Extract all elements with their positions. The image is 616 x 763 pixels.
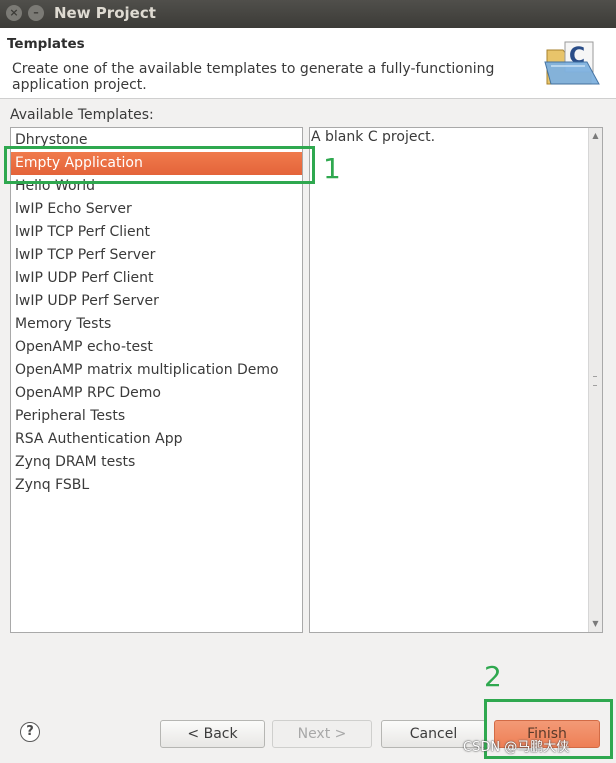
help-icon[interactable]: ? [20,722,40,742]
wizard-header: Templates Create one of the available te… [0,28,616,99]
minimize-window-button[interactable]: – [28,5,44,21]
annotation-number-1: 1 [323,152,341,185]
annotation-box-1 [4,146,315,184]
window-title: New Project [54,4,156,22]
watermark: CSDN @马鹏大侠 [463,740,570,755]
title-bar: × – New Project [0,0,616,28]
next-button[interactable]: Next > [272,720,372,748]
template-item[interactable]: Zynq DRAM tests [11,451,302,474]
c-project-folder-icon: C [544,41,600,85]
scroll-grip-icon [593,376,597,386]
annotation-number-2: 2 [484,660,502,693]
template-description-pane: A blank C project. ▲ ▼ [309,127,603,633]
template-item[interactable]: OpenAMP echo-test [11,336,302,359]
template-item[interactable]: Zynq FSBL [11,474,302,497]
template-item[interactable]: RSA Authentication App [11,428,302,451]
template-item[interactable]: lwIP TCP Perf Server [11,244,302,267]
available-templates-label: Available Templates: [10,107,154,123]
page-description: Create one of the available templates to… [12,61,495,93]
back-button[interactable]: < Back [160,720,265,748]
template-list[interactable]: Dhrystone Empty Application Hello World lwI… [10,127,303,633]
template-item[interactable]: OpenAMP matrix multiplication Demo [11,359,302,382]
template-description-text: A blank C project. [311,129,436,145]
template-item[interactable]: Peripheral Tests [11,405,302,428]
template-item[interactable]: lwIP Echo Server [11,198,302,221]
page-title: Templates [7,36,85,52]
template-item[interactable]: Memory Tests [11,313,302,336]
template-item[interactable]: lwIP TCP Perf Client [11,221,302,244]
description-scrollbar[interactable]: ▲ ▼ [588,128,602,632]
close-window-button[interactable]: × [6,5,22,21]
template-item[interactable]: OpenAMP RPC Demo [11,382,302,405]
scroll-down-arrow-icon[interactable]: ▼ [590,618,601,630]
template-item[interactable]: lwIP UDP Perf Server [11,290,302,313]
scroll-up-arrow-icon[interactable]: ▲ [590,130,601,142]
template-item[interactable]: lwIP UDP Perf Client [11,267,302,290]
